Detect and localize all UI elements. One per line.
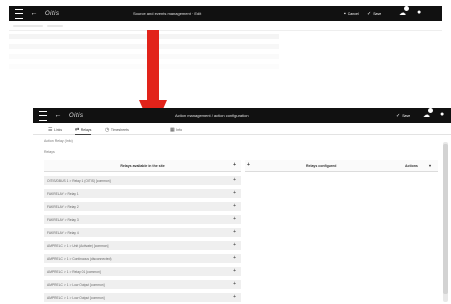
relay-list-item[interactable]: FAKRELAY > Relay 2 + bbox=[44, 202, 241, 211]
cloud-icon: ☁ bbox=[399, 10, 406, 17]
relay-icon: ⇄ bbox=[75, 126, 80, 133]
configured-relays-header: + Relays configured Actions ▾ bbox=[245, 160, 438, 172]
add-relay-icon[interactable]: + bbox=[233, 282, 236, 287]
tab-timesheets[interactable]: ◷ Timesheets bbox=[105, 126, 129, 133]
back-arrow-icon[interactable]: ← bbox=[29, 10, 39, 17]
tab-label: Info bbox=[176, 127, 183, 132]
relay-name: AMPRELC > 1 > Relay 01 [common] bbox=[47, 269, 101, 274]
configured-relays-panel: + Relays configured Actions ▾ bbox=[245, 160, 438, 304]
add-relay-icon[interactable]: + bbox=[233, 256, 236, 261]
relay-name: FAKRELAY > Relay 2 bbox=[47, 204, 79, 209]
tab-label: Timesheets bbox=[110, 127, 129, 132]
add-relay-icon[interactable]: + bbox=[233, 178, 236, 183]
scrollbar-thumb[interactable] bbox=[443, 144, 448, 294]
available-relays-header: Relays available in the site + bbox=[44, 160, 241, 172]
relay-list-item[interactable]: FAKRELAY > Relay 3 + bbox=[44, 215, 241, 224]
chevron-down-icon[interactable]: ▾ bbox=[429, 163, 431, 168]
check-icon: ✓ bbox=[396, 113, 401, 119]
top-app-tab[interactable] bbox=[13, 25, 43, 27]
remove-all-icon[interactable]: + bbox=[247, 163, 250, 168]
app-logo: Oitis bbox=[69, 112, 84, 119]
notifications-icon[interactable]: ☁ bbox=[399, 6, 409, 17]
user-icon[interactable]: ● bbox=[440, 111, 444, 118]
tab-info[interactable]: ▦ Info bbox=[170, 126, 182, 133]
notification-dot bbox=[404, 6, 409, 11]
relay-name: AMPRELC > 1 > Continuous (disconnected) bbox=[47, 256, 112, 261]
available-relays-panel: Relays available in the site + OITIS/DBU… bbox=[44, 160, 241, 304]
cancel-label: Cancel bbox=[347, 12, 359, 16]
cancel-button[interactable]: ▪ Cancel bbox=[344, 11, 359, 17]
add-relay-icon[interactable]: + bbox=[233, 204, 236, 209]
clock-icon: ◷ bbox=[105, 126, 110, 133]
relay-list-item[interactable]: FAKRELAY > Relay 4 + bbox=[44, 228, 241, 237]
notifications-icon[interactable]: ☁ bbox=[423, 108, 433, 119]
window-title: Action management / action configuration bbox=[175, 113, 249, 118]
window-title: Source and events management · Edit bbox=[133, 11, 202, 16]
user-icon[interactable]: ● bbox=[417, 9, 421, 16]
relay-name: FAKRELAY > Relay 1 bbox=[47, 191, 79, 196]
info-icon: ▦ bbox=[170, 126, 175, 133]
relay-list-item[interactable]: AMPRELC > 1 > Continuous (disconnected) … bbox=[44, 254, 241, 263]
check-icon: ✓ bbox=[367, 11, 372, 17]
menu-icon[interactable] bbox=[13, 8, 25, 19]
add-relay-icon[interactable]: + bbox=[233, 295, 236, 300]
relay-name: AMPRELC > 1 > Low Output [common] bbox=[47, 282, 105, 287]
tab-label: Relays bbox=[80, 127, 92, 132]
save-label: Save bbox=[402, 114, 411, 118]
relay-name: OITIS/DBUS 1 > Relay 1 (OITIS) [common] bbox=[47, 178, 111, 183]
add-relay-icon[interactable]: + bbox=[233, 243, 236, 248]
save-label: Save bbox=[373, 12, 382, 16]
relay-name: AMPRELC > 1 > Unit (Activate) [common] bbox=[47, 243, 109, 248]
tab-links[interactable]: ☰ Links bbox=[48, 126, 62, 133]
cloud-icon: ☁ bbox=[423, 112, 430, 119]
vertical-scrollbar[interactable] bbox=[443, 142, 448, 302]
tab-bar: ☰ Links ⇄ Relays ◷ Timesheets ▦ Info bbox=[33, 124, 451, 135]
section-title: Relays bbox=[44, 150, 55, 154]
save-button[interactable]: ✓ Save bbox=[396, 113, 410, 119]
cancel-icon: ▪ bbox=[344, 11, 346, 17]
back-arrow-icon[interactable]: ← bbox=[53, 112, 63, 119]
app-toolbar: ← Oitis Action management / action confi… bbox=[33, 108, 451, 123]
notification-dot bbox=[428, 108, 433, 113]
relay-name: FAKRELAY > Relay 4 bbox=[47, 230, 79, 235]
relay-name: FAKRELAY > Relay 3 bbox=[47, 217, 79, 222]
tab-label: Links bbox=[53, 127, 63, 132]
add-relay-icon[interactable]: + bbox=[233, 191, 236, 196]
menu-icon[interactable] bbox=[37, 110, 49, 121]
top-app-toolbar: ← Oitis Source and events management · E… bbox=[9, 6, 442, 21]
add-all-icon[interactable]: + bbox=[233, 163, 236, 168]
relay-list-item[interactable]: AMPRELC > 1 > Relay 01 [common] + bbox=[44, 267, 241, 276]
relay-list-item[interactable]: AMPRELC > 1 > Unit (Activate) [common] + bbox=[44, 241, 241, 250]
configured-relays-title: Relays configured bbox=[306, 164, 337, 168]
relay-list-item[interactable]: OITIS/DBUS 1 > Relay 1 (OITIS) [common] … bbox=[44, 176, 241, 185]
relay-list-item[interactable]: FAKRELAY > Relay 1 + bbox=[44, 189, 241, 198]
add-relay-icon[interactable]: + bbox=[233, 217, 236, 222]
app-logo: Oitis bbox=[45, 10, 60, 17]
actions-column-header: Actions bbox=[405, 164, 418, 168]
list-icon: ☰ bbox=[48, 126, 53, 133]
available-relays-title: Relays available in the site bbox=[120, 163, 165, 168]
relay-list-item[interactable]: AMPRELC > 1 > Low Output [common] + bbox=[44, 280, 241, 289]
add-relay-icon[interactable]: + bbox=[233, 269, 236, 274]
top-app-tab-bar bbox=[9, 22, 442, 31]
relay-name: AMPRELC > 1 > Low Output [common] bbox=[47, 295, 105, 300]
add-relay-icon[interactable]: + bbox=[233, 230, 236, 235]
action-config-window: ← Oitis Action management / action confi… bbox=[33, 108, 451, 304]
breadcrumb: Action Relay (Info) bbox=[44, 139, 73, 143]
save-button[interactable]: ✓ Save bbox=[367, 11, 381, 17]
tab-relays[interactable]: ⇄ Relays bbox=[75, 126, 92, 135]
top-app-tab[interactable] bbox=[47, 25, 63, 27]
relay-list-item[interactable]: AMPRELC > 1 > Low Output [common] + bbox=[44, 293, 241, 302]
